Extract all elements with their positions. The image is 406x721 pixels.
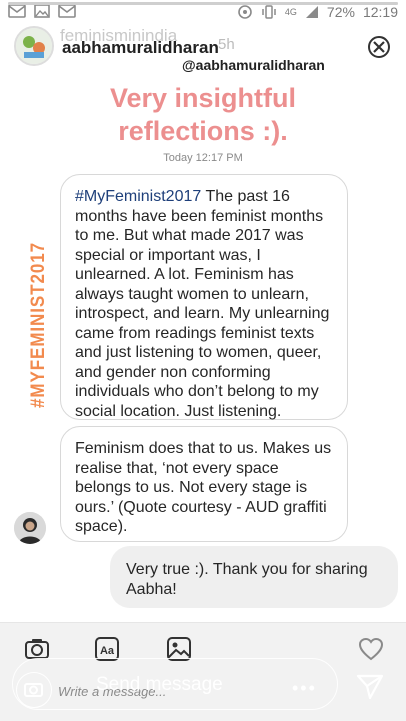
heading-line-2: reflections :). bbox=[118, 116, 288, 146]
sender-avatar-image bbox=[14, 512, 46, 544]
story-heading: Very insightful reflections :). bbox=[0, 82, 406, 148]
story-camera-icon bbox=[24, 683, 43, 697]
heading-line-1: Very insightful bbox=[109, 83, 297, 113]
vertical-hashtag-text: #MYFEMINIST2017 bbox=[28, 242, 49, 408]
like-button[interactable] bbox=[358, 636, 384, 667]
message-timestamp: Today 12:17 PM bbox=[163, 152, 243, 164]
more-options-icon[interactable]: ••• bbox=[292, 678, 317, 699]
story-progress-bar bbox=[8, 2, 398, 5]
avatar-image-icon bbox=[16, 28, 52, 64]
network-type: 4G bbox=[284, 7, 297, 17]
paper-plane-icon bbox=[356, 674, 384, 700]
message-bubble-1: #MyFeminist2017 The past 16 months have … bbox=[60, 174, 348, 420]
vibrate-icon bbox=[262, 5, 276, 19]
mention-sticker[interactable]: @aabhamuralidharan bbox=[176, 56, 331, 74]
hotspot-icon bbox=[238, 5, 252, 19]
message-2-text: Feminism does that to us. Makes us reali… bbox=[75, 440, 332, 535]
story-progress-fill bbox=[8, 2, 398, 5]
heart-icon bbox=[358, 637, 384, 661]
message-hashtag[interactable]: #MyFeminist2017 bbox=[75, 188, 201, 205]
battery-level: 72% bbox=[326, 4, 355, 20]
text-format-label: Aa bbox=[100, 645, 115, 657]
status-left bbox=[8, 4, 76, 18]
signal-icon bbox=[305, 6, 318, 18]
email-notification-icon bbox=[58, 4, 76, 18]
status-bar: 4G 72% 12:19 bbox=[0, 0, 406, 26]
story-avatar[interactable] bbox=[14, 26, 54, 66]
gallery-notification-icon bbox=[34, 4, 50, 18]
message-bubble-2: Feminism does that to us. Makes us reali… bbox=[60, 426, 348, 542]
close-button[interactable] bbox=[366, 34, 392, 60]
vertical-hashtag: #MYFEMINIST2017 bbox=[28, 242, 49, 408]
reply-text: Very true :). Thank you for sharing Aabh… bbox=[126, 561, 368, 598]
close-icon bbox=[368, 36, 390, 58]
story-username[interactable]: aabhamuralidharan bbox=[62, 38, 219, 58]
sender-avatar[interactable] bbox=[14, 512, 46, 544]
send-message-label[interactable]: Send message bbox=[96, 674, 223, 696]
message-1-text: The past 16 months have been feminist mo… bbox=[75, 188, 330, 420]
reply-bubble: Very true :). Thank you for sharing Aabh… bbox=[110, 546, 398, 608]
story-camera-button[interactable] bbox=[16, 672, 52, 708]
mail-icon bbox=[8, 4, 26, 18]
status-right: 4G 72% 12:19 bbox=[237, 4, 398, 20]
share-button[interactable] bbox=[356, 672, 384, 705]
clock: 12:19 bbox=[362, 4, 398, 20]
story-time-ago: 5h bbox=[218, 36, 235, 53]
